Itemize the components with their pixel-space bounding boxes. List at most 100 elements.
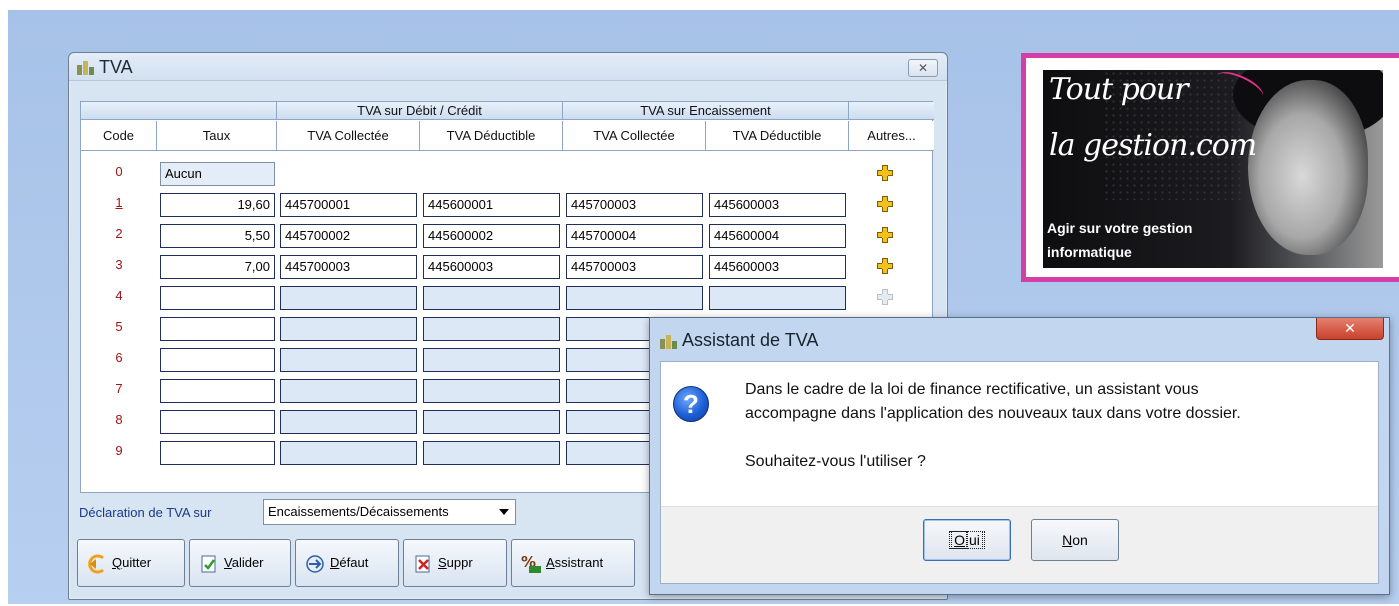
column-header-dc-deductible[interactable]: TVA Déductible xyxy=(420,121,563,151)
dropdown-arrow-icon xyxy=(499,509,509,515)
header-group-debit-credit: TVA sur Débit / Crédit xyxy=(277,102,563,120)
table-row: 4 xyxy=(81,282,934,312)
dialog-footer: Oui Non xyxy=(661,506,1378,583)
dc-deductible-cell[interactable] xyxy=(423,348,560,372)
taux-cell[interactable]: 19,60 xyxy=(160,193,275,217)
ad-tagline-1: Agir sur votre gestion xyxy=(1047,220,1193,236)
dc-collectee-cell[interactable] xyxy=(280,317,417,341)
dc-deductible-cell[interactable]: 445600003 xyxy=(423,255,560,279)
dc-deductible-cell[interactable] xyxy=(423,441,560,465)
taux-cell[interactable]: 7,00 xyxy=(160,255,275,279)
dc-collectee-cell[interactable] xyxy=(280,286,417,310)
declaration-value: Encaissements/Décaissements xyxy=(268,504,449,519)
row-code: 1 xyxy=(115,195,123,210)
quitter-button[interactable]: Quitter xyxy=(77,539,185,587)
plus-icon[interactable] xyxy=(877,258,893,274)
plus-icon[interactable] xyxy=(877,227,893,243)
dc-collectee-cell[interactable]: 445700003 xyxy=(280,255,417,279)
table-row: 0 Aucun xyxy=(81,158,934,188)
ad-tagline-2: informatique xyxy=(1047,244,1132,260)
declaration-select[interactable]: Encaissements/Décaissements xyxy=(263,499,516,525)
app-icon xyxy=(660,333,678,349)
plus-icon[interactable] xyxy=(877,196,893,212)
row-code: 2 xyxy=(115,226,123,241)
dc-deductible-cell[interactable] xyxy=(423,410,560,434)
question-icon: ? xyxy=(673,386,709,422)
taux-cell[interactable] xyxy=(160,348,275,372)
declaration-label: Déclaration de TVA sur xyxy=(79,505,212,520)
close-button[interactable]: ✕ xyxy=(908,59,938,77)
enc-deductible-cell[interactable]: 445600004 xyxy=(709,224,846,248)
dc-deductible-cell[interactable]: 445600002 xyxy=(423,224,560,248)
column-header-code[interactable]: Code xyxy=(81,121,157,151)
column-header-dc-collectee[interactable]: TVA Collectée xyxy=(277,121,420,151)
question-text: Souhaitez-vous l'utiliser ? xyxy=(745,453,926,470)
ad-headline-1: Tout pour xyxy=(1049,72,1189,107)
header-group-empty xyxy=(81,102,277,120)
dialog-title: Assistant de TVA xyxy=(682,330,819,350)
dc-collectee-cell[interactable]: 445700002 xyxy=(280,224,417,248)
oui-button[interactable]: Oui xyxy=(923,519,1011,561)
dialog-body: ? Dans le cadre de la loi de finance rec… xyxy=(660,361,1379,584)
taux-cell[interactable] xyxy=(160,317,275,341)
dc-collectee-cell[interactable] xyxy=(280,410,417,434)
ad-headline-2: la gestion.com xyxy=(1049,128,1257,163)
dc-collectee-cell[interactable] xyxy=(280,379,417,403)
column-header-enc-deductible[interactable]: TVA Déductible xyxy=(706,121,849,151)
enc-collectee-cell[interactable]: 445700004 xyxy=(566,224,703,248)
plus-icon[interactable] xyxy=(877,165,893,181)
column-header-autres[interactable]: Autres... xyxy=(849,121,934,151)
message-line-2: accompagne dans l'application des nouvea… xyxy=(745,405,1241,422)
column-header-taux[interactable]: Taux xyxy=(157,121,277,151)
row-code: 6 xyxy=(115,350,123,365)
enc-deductible-cell[interactable]: 445600003 xyxy=(709,193,846,217)
taux-cell[interactable] xyxy=(160,410,275,434)
taux-cell[interactable] xyxy=(160,379,275,403)
ad-image: Tout pour la gestion.com Agir sur votre … xyxy=(1043,70,1383,268)
dc-deductible-cell[interactable] xyxy=(423,286,560,310)
non-button[interactable]: Non xyxy=(1031,519,1119,561)
taux-cell[interactable]: Aucun xyxy=(160,162,275,186)
taux-cell[interactable] xyxy=(160,286,275,310)
taux-cell[interactable]: 5,50 xyxy=(160,224,275,248)
column-header-enc-collectee[interactable]: TVA Collectée xyxy=(563,121,706,151)
row-code: 3 xyxy=(115,257,123,272)
woman-portrait xyxy=(1248,80,1368,255)
dc-deductible-cell[interactable] xyxy=(423,379,560,403)
advertisement-banner[interactable]: Tout pour la gestion.com Agir sur votre … xyxy=(1021,53,1399,282)
validate-document-icon xyxy=(201,555,216,573)
enc-deductible-cell[interactable]: 445600003 xyxy=(709,255,846,279)
app-icon xyxy=(77,59,95,75)
row-code: 7 xyxy=(115,381,123,396)
dc-collectee-cell[interactable]: 445700001 xyxy=(280,193,417,217)
enc-collectee-cell[interactable] xyxy=(566,286,703,310)
dc-deductible-cell[interactable] xyxy=(423,317,560,341)
assistant-dialog: Assistant de TVA ✕ ? Dans le cadre de la… xyxy=(649,317,1390,595)
delete-document-icon xyxy=(415,555,430,573)
message-line-1: Dans le cadre de la loi de finance recti… xyxy=(745,381,1199,398)
enc-collectee-cell[interactable]: 445700003 xyxy=(566,255,703,279)
taux-cell[interactable] xyxy=(160,441,275,465)
table-row: 2 5,50 445700002 445600002 445700004 445… xyxy=(81,220,934,250)
enc-deductible-cell[interactable] xyxy=(709,286,846,310)
row-code: 9 xyxy=(115,443,123,458)
header-group-autres xyxy=(849,102,934,120)
dialog-close-button[interactable]: ✕ xyxy=(1316,318,1384,340)
valider-button[interactable]: Valider xyxy=(189,539,291,587)
dc-collectee-cell[interactable] xyxy=(280,348,417,372)
defaut-button[interactable]: Défaut xyxy=(295,539,399,587)
table-row: 3 7,00 445700003 445600003 445700003 445… xyxy=(81,251,934,281)
assistant-button[interactable]: % Assistrant xyxy=(511,539,635,587)
dc-collectee-cell[interactable] xyxy=(280,441,417,465)
row-code: 4 xyxy=(115,288,123,303)
tva-titlebar: TVA ✕ xyxy=(69,53,947,81)
suppr-button[interactable]: Suppr xyxy=(403,539,507,587)
dc-deductible-cell[interactable]: 445600001 xyxy=(423,193,560,217)
plus-icon xyxy=(877,289,893,305)
header-group-encaissement: TVA sur Encaissement xyxy=(563,102,849,120)
row-code: 0 xyxy=(115,164,123,179)
window-title: TVA xyxy=(99,57,133,77)
enc-collectee-cell[interactable]: 445700003 xyxy=(566,193,703,217)
exit-arrow-icon xyxy=(88,554,104,574)
table-row: 1 19,60 445700001 445600001 445700003 44… xyxy=(81,189,934,219)
